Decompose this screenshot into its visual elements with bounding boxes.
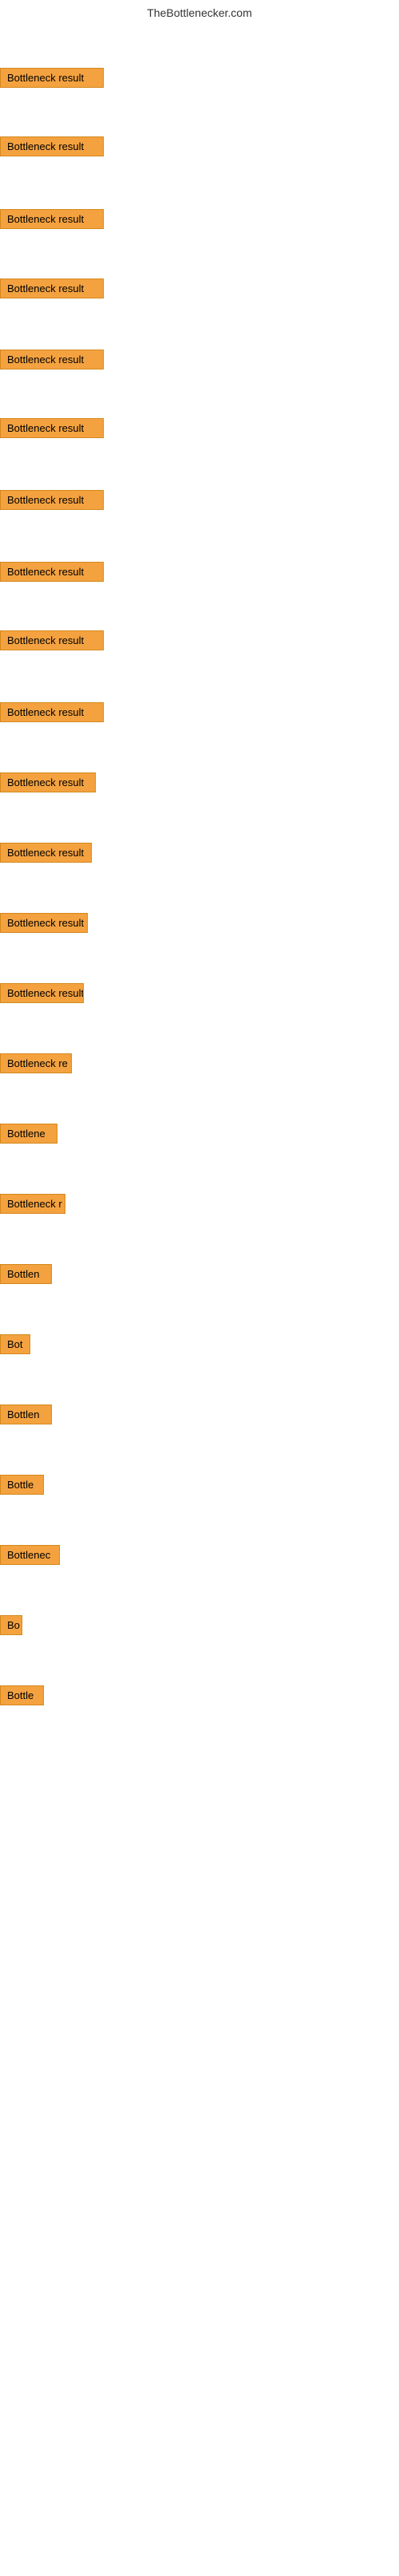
bottleneck-badge-16[interactable]: Bottlene xyxy=(0,1124,57,1144)
bottleneck-item-21: Bottle xyxy=(0,1475,44,1495)
bottleneck-badge-4[interactable]: Bottleneck result xyxy=(0,279,104,298)
bottleneck-item-3: Bottleneck result xyxy=(0,209,104,229)
bottleneck-item-2: Bottleneck result xyxy=(0,136,104,156)
bottleneck-badge-2[interactable]: Bottleneck result xyxy=(0,136,104,156)
bottleneck-item-22: Bottlenec xyxy=(0,1545,60,1565)
bottleneck-item-16: Bottlene xyxy=(0,1124,57,1144)
bottleneck-item-23: Bo xyxy=(0,1615,22,1635)
bottleneck-badge-5[interactable]: Bottleneck result xyxy=(0,350,104,369)
bottleneck-badge-19[interactable]: Bot xyxy=(0,1334,30,1354)
bottleneck-item-11: Bottleneck result xyxy=(0,772,96,792)
bottleneck-item-8: Bottleneck result xyxy=(0,562,104,582)
bottleneck-item-7: Bottleneck result xyxy=(0,490,104,510)
bottleneck-badge-8[interactable]: Bottleneck result xyxy=(0,562,104,582)
bottleneck-item-6: Bottleneck result xyxy=(0,418,104,438)
bottleneck-item-4: Bottleneck result xyxy=(0,279,104,298)
bottleneck-badge-17[interactable]: Bottleneck r xyxy=(0,1194,65,1214)
bottleneck-item-14: Bottleneck result xyxy=(0,983,84,1003)
bottleneck-item-10: Bottleneck result xyxy=(0,702,104,722)
bottleneck-item-5: Bottleneck result xyxy=(0,350,104,369)
bottleneck-badge-3[interactable]: Bottleneck result xyxy=(0,209,104,229)
bottleneck-badge-1[interactable]: Bottleneck result xyxy=(0,68,104,88)
bottleneck-badge-13[interactable]: Bottleneck result xyxy=(0,913,88,933)
bottleneck-badge-12[interactable]: Bottleneck result xyxy=(0,843,92,863)
bottleneck-item-1: Bottleneck result xyxy=(0,68,104,88)
bottleneck-badge-10[interactable]: Bottleneck result xyxy=(0,702,104,722)
bottleneck-badge-11[interactable]: Bottleneck result xyxy=(0,772,96,792)
bottleneck-badge-15[interactable]: Bottleneck re xyxy=(0,1053,72,1073)
bottleneck-item-12: Bottleneck result xyxy=(0,843,92,863)
bottleneck-item-9: Bottleneck result xyxy=(0,630,104,650)
bottleneck-badge-6[interactable]: Bottleneck result xyxy=(0,418,104,438)
bottleneck-item-17: Bottleneck r xyxy=(0,1194,65,1214)
bottleneck-badge-20[interactable]: Bottlen xyxy=(0,1405,52,1424)
bottleneck-item-13: Bottleneck result xyxy=(0,913,88,933)
bottleneck-badge-21[interactable]: Bottle xyxy=(0,1475,44,1495)
bottleneck-badge-7[interactable]: Bottleneck result xyxy=(0,490,104,510)
site-title: TheBottlenecker.com xyxy=(0,0,399,22)
bottleneck-badge-24[interactable]: Bottle xyxy=(0,1685,44,1705)
bottleneck-badge-22[interactable]: Bottlenec xyxy=(0,1545,60,1565)
bottleneck-badge-18[interactable]: Bottlen xyxy=(0,1264,52,1284)
bottleneck-badge-9[interactable]: Bottleneck result xyxy=(0,630,104,650)
bottleneck-item-24: Bottle xyxy=(0,1685,44,1705)
bottleneck-badge-14[interactable]: Bottleneck result xyxy=(0,983,84,1003)
bottleneck-item-20: Bottlen xyxy=(0,1405,52,1424)
bottleneck-item-18: Bottlen xyxy=(0,1264,52,1284)
bottleneck-item-19: Bot xyxy=(0,1334,30,1354)
bottleneck-item-15: Bottleneck re xyxy=(0,1053,72,1073)
bottleneck-badge-23[interactable]: Bo xyxy=(0,1615,22,1635)
